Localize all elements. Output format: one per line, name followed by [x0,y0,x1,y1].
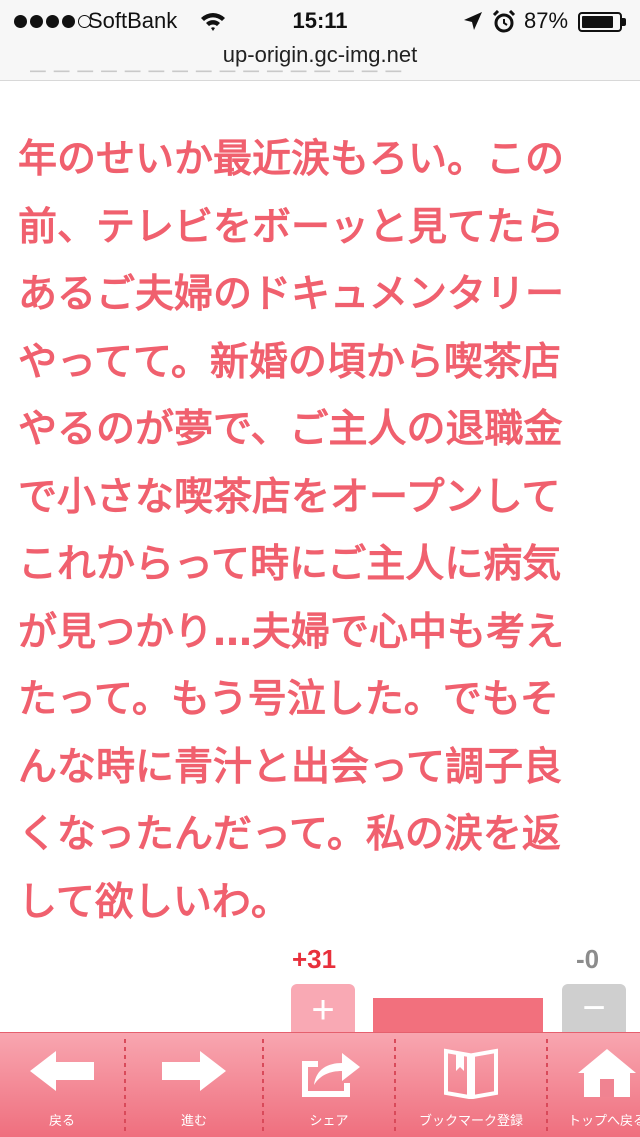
top-label: トップへ戻る [568,1114,640,1129]
status-bar: SoftBank 15:11 87% up-origin.gc-img.net [0,0,640,81]
back-label: 戻る [48,1114,75,1129]
plus-icon: + [311,988,335,1032]
location-arrow-icon [464,12,482,30]
bookmark-label: ブックマーク登録 [418,1114,523,1129]
arrow-left-icon [30,1051,94,1091]
url-bar[interactable]: up-origin.gc-img.net [0,42,640,68]
comment-line: で小さな喫茶店をオープンして [18,474,561,520]
comment-line: これからって時にご主人に病気 [18,542,562,587]
battery-percent: 87% [524,8,569,33]
comment-line: あるご夫婦のドキュメンタリー [18,272,565,317]
forward-button[interactable]: 進む [126,1033,262,1137]
comment-meta-cut: ─ ─ ─ ─ ─ ─ ─ ─ ─ ─ ─ ─ ─ ─ ─ ─ [30,70,403,83]
plus-vote-count: +31 [292,944,337,974]
comment-line: 年のせいか最近涙もろい。この [18,137,565,182]
minus-vote-count: -0 [576,944,600,974]
share-icon [302,1053,360,1097]
comment-body: 年のせいか最近涙もろい。この 前、テレビをボーッと見てたら あるご夫婦のドキュメ… [18,126,622,936]
comment-line: が見つかり…夫婦で心中も考え [18,609,565,655]
bookmark-button[interactable]: ブックマーク登録 [396,1033,546,1137]
alarm-clock-icon [492,10,516,33]
share-label: シェア [309,1114,349,1129]
minus-icon: − [582,986,606,1030]
arrow-right-icon [162,1051,226,1091]
share-button[interactable]: シェア [264,1033,394,1137]
comment-line: くなったんだって。私の涙を返 [18,812,561,857]
battery-icon [578,12,622,32]
comment-line: 前、テレビをボーッと見てたら [18,204,565,250]
bottom-toolbar: 戻る 進む シェア ブックマーク登録 トップへ戻る [0,1032,640,1137]
comment-line: やってて。新婚の頃から喫茶店 [18,339,561,385]
battery-tip [622,18,626,26]
comment-line: やるのが夢で、ご主人の退職金 [18,407,563,452]
back-button[interactable]: 戻る [0,1033,124,1137]
comment-line: たって。もう号泣した。でもそ [18,677,559,722]
comment-line: んな時に青汁と出会って調子良 [18,744,563,790]
home-icon [578,1049,636,1097]
top-button[interactable]: トップへ戻る [548,1033,640,1137]
comment-line: して欲しいわ。 [18,879,290,925]
forward-label: 進む [180,1114,207,1129]
book-icon [444,1048,498,1099]
